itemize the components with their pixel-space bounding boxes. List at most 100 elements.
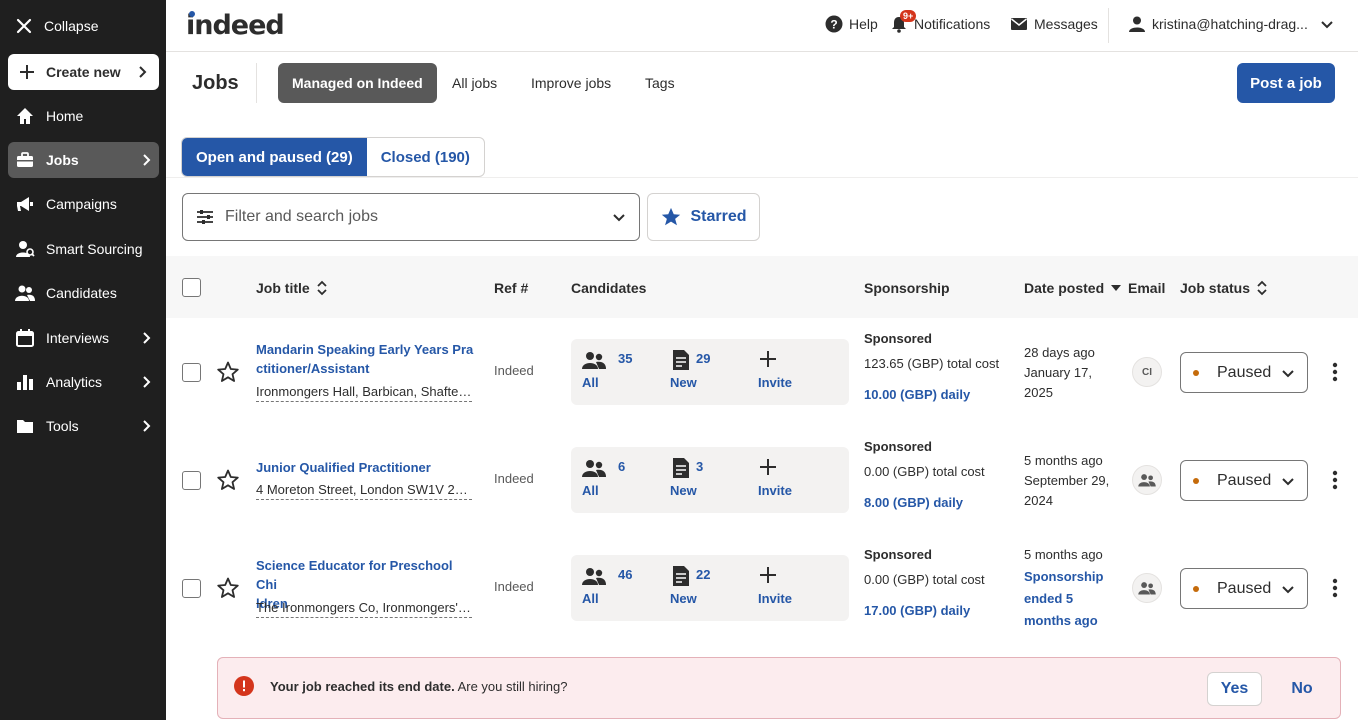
banner-message: Your job reached its end date. Are you s… bbox=[270, 679, 567, 694]
daily-budget[interactable]: 17.00 (GBP) daily bbox=[864, 601, 985, 621]
job-title-line: ctitioner/Assistant bbox=[256, 361, 370, 376]
invite-link[interactable]: Invite bbox=[758, 349, 792, 390]
sidebar-item-interviews[interactable]: Interviews bbox=[8, 320, 159, 356]
header-label: Job status bbox=[1180, 280, 1251, 296]
header-divider bbox=[256, 63, 257, 103]
chevron-down-icon bbox=[1282, 369, 1294, 377]
sidebar-item-home[interactable]: Home bbox=[8, 98, 159, 134]
filter-search-dropdown[interactable]: Filter and search jobs bbox=[182, 193, 640, 241]
star-outline-icon[interactable] bbox=[216, 576, 240, 600]
sidebar-item-jobs[interactable]: Jobs bbox=[8, 142, 159, 178]
help-icon: ? bbox=[825, 15, 843, 33]
header-email: Email bbox=[1128, 280, 1165, 296]
email-avatar[interactable] bbox=[1132, 573, 1162, 603]
new-label: New bbox=[670, 375, 697, 390]
sidebar-item-label: Campaigns bbox=[46, 196, 117, 212]
section-divider bbox=[166, 177, 1358, 178]
more-options-icon[interactable] bbox=[1325, 576, 1345, 600]
chevron-down-icon bbox=[613, 214, 625, 222]
open-paused-tab[interactable]: Open and paused (29) bbox=[182, 138, 367, 176]
row-checkbox[interactable] bbox=[182, 471, 201, 490]
row-checkbox[interactable] bbox=[182, 363, 201, 382]
logo-text: indeed bbox=[186, 10, 285, 41]
more-options-icon[interactable] bbox=[1325, 468, 1345, 492]
svg-text:?: ? bbox=[830, 18, 837, 32]
no-button[interactable]: No bbox=[1282, 672, 1322, 706]
yes-button[interactable]: Yes bbox=[1207, 672, 1262, 706]
all-candidates-link[interactable]: 46 All bbox=[582, 565, 632, 606]
plus-icon bbox=[20, 65, 34, 79]
notifications-link[interactable]: 9+ Notifications bbox=[890, 10, 990, 33]
people-icon bbox=[14, 282, 36, 304]
sidebar-item-smart-sourcing[interactable]: Smart Sourcing bbox=[8, 231, 159, 267]
people-icon bbox=[582, 568, 606, 585]
header-job-title[interactable]: Job title bbox=[256, 280, 328, 296]
sidebar-item-tools[interactable]: Tools bbox=[8, 408, 159, 444]
daily-budget[interactable]: 8.00 (GBP) daily bbox=[864, 493, 985, 513]
messages-link[interactable]: Messages bbox=[1010, 15, 1098, 33]
date-line: 2024 bbox=[1024, 493, 1053, 508]
people-icon bbox=[582, 460, 606, 477]
job-status-dropdown[interactable]: Paused bbox=[1180, 352, 1308, 393]
topbar-divider bbox=[1108, 8, 1109, 43]
all-label: All bbox=[582, 483, 599, 498]
plus-icon bbox=[760, 351, 776, 367]
tab-all-jobs[interactable]: All jobs bbox=[438, 63, 511, 103]
sort-icon bbox=[1257, 280, 1267, 296]
header-job-status[interactable]: Job status bbox=[1180, 280, 1268, 296]
invite-label: Invite bbox=[758, 483, 792, 498]
chevron-down-icon bbox=[1282, 585, 1294, 593]
email-avatar[interactable]: CI bbox=[1132, 357, 1162, 387]
chevron-right-icon bbox=[139, 153, 153, 167]
star-filled-icon bbox=[662, 207, 681, 226]
sidebar-item-label: Candidates bbox=[46, 285, 117, 301]
star-outline-icon[interactable] bbox=[216, 468, 240, 492]
select-all-checkbox[interactable] bbox=[182, 278, 201, 297]
create-new-button[interactable]: Create new bbox=[8, 54, 159, 90]
sidebar: Collapse Create new Home Jobs Campaigns … bbox=[0, 0, 166, 720]
indeed-logo[interactable]: indeed bbox=[186, 10, 285, 41]
new-candidates-link[interactable]: 3 New bbox=[670, 457, 703, 498]
date-line: 2025 bbox=[1024, 385, 1053, 400]
post-job-button[interactable]: Post a job bbox=[1237, 63, 1335, 103]
starred-button[interactable]: Starred bbox=[647, 193, 760, 241]
account-menu[interactable]: kristina@hatching-drag... bbox=[1128, 15, 1334, 33]
tab-managed-on-indeed[interactable]: Managed on Indeed bbox=[278, 63, 437, 103]
sidebar-item-analytics[interactable]: Analytics bbox=[8, 364, 159, 400]
row-checkbox[interactable] bbox=[182, 579, 201, 598]
header-date-posted[interactable]: Date posted bbox=[1024, 280, 1122, 296]
all-candidates-link[interactable]: 6 All bbox=[582, 457, 625, 498]
more-options-icon[interactable] bbox=[1325, 360, 1345, 384]
home-icon bbox=[14, 105, 36, 127]
date-posted: 5 months ago September 29, 2024 bbox=[1024, 451, 1119, 511]
star-outline-icon[interactable] bbox=[216, 360, 240, 384]
sidebar-item-label: Interviews bbox=[46, 330, 110, 346]
job-status-dropdown[interactable]: Paused bbox=[1180, 568, 1308, 609]
invite-link[interactable]: Invite bbox=[758, 457, 792, 498]
invite-link[interactable]: Invite bbox=[758, 565, 792, 606]
collapse-button[interactable]: Collapse bbox=[14, 14, 98, 38]
closed-tab[interactable]: Closed (190) bbox=[367, 138, 484, 176]
help-link[interactable]: ? Help bbox=[825, 15, 878, 33]
job-status-dropdown[interactable]: Paused bbox=[1180, 460, 1308, 501]
plus-icon bbox=[760, 567, 776, 583]
header-label: Candidates bbox=[571, 280, 647, 296]
starred-label: Starred bbox=[690, 208, 747, 225]
total-cost: 123.65 (GBP) total cost bbox=[864, 356, 1000, 371]
new-candidates-link[interactable]: 29 New bbox=[670, 349, 710, 390]
job-title-link[interactable]: Junior Qualified Practitioner bbox=[256, 458, 476, 477]
sidebar-item-campaigns[interactable]: Campaigns bbox=[8, 186, 159, 222]
all-candidates-link[interactable]: 35 All bbox=[582, 349, 632, 390]
job-title-link[interactable]: Mandarin Speaking Early Years Pra ctition… bbox=[256, 340, 476, 378]
candidates-box: 6 All 3 New Invite bbox=[571, 447, 849, 513]
new-candidates-link[interactable]: 22 New bbox=[670, 565, 710, 606]
sidebar-item-candidates[interactable]: Candidates bbox=[8, 275, 159, 311]
sidebar-item-label: Smart Sourcing bbox=[46, 241, 143, 257]
header-label: Date posted bbox=[1024, 280, 1105, 296]
email-avatar[interactable] bbox=[1132, 465, 1162, 495]
tab-improve-jobs[interactable]: Improve jobs bbox=[517, 63, 625, 103]
close-icon bbox=[16, 18, 32, 34]
daily-budget[interactable]: 10.00 (GBP) daily bbox=[864, 385, 999, 405]
tab-tags[interactable]: Tags bbox=[631, 63, 689, 103]
header-sponsorship: Sponsorship bbox=[864, 280, 950, 296]
